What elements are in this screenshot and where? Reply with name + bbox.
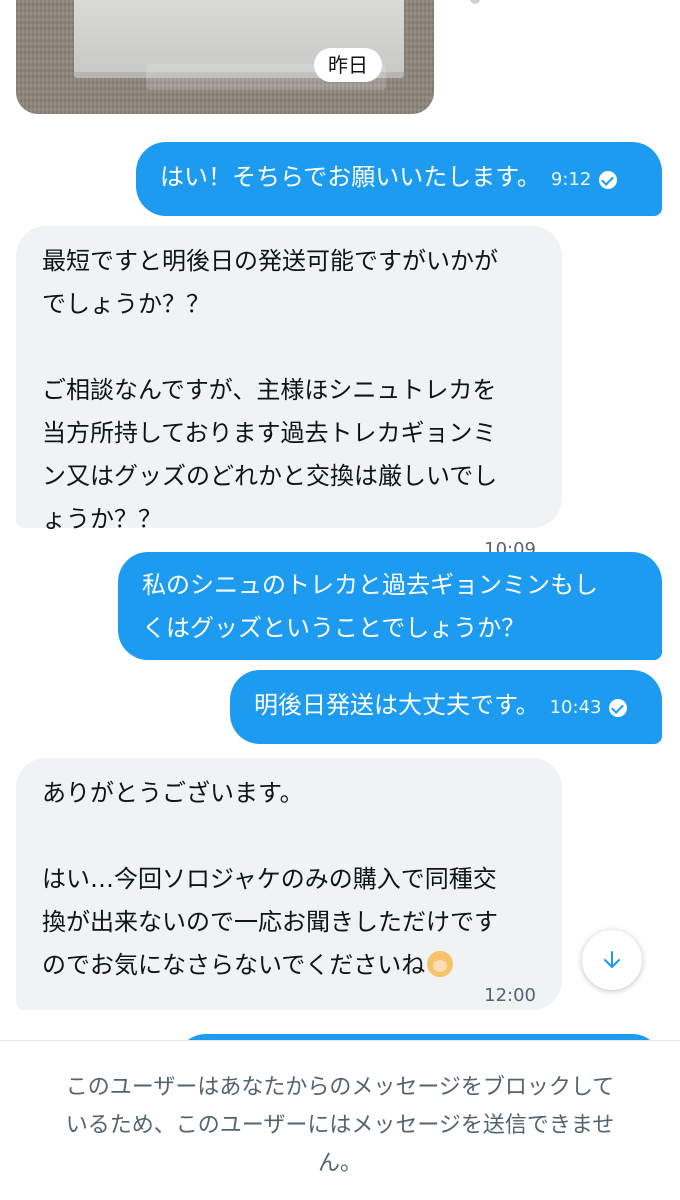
message-line: 換が出来ないので一応お聞きしただけです bbox=[42, 908, 498, 936]
more-dot-icon bbox=[470, 0, 480, 4]
message-meta: 9:12 bbox=[550, 158, 618, 201]
message-line: 当方所持しております過去トレカギョンミ bbox=[42, 419, 497, 447]
message-line: でしょうか？？ bbox=[42, 290, 210, 318]
blocked-notice: このユーザーはあなたからのメッセージをブロックして いるため、このユーザーにはメ… bbox=[0, 1040, 680, 1200]
message-bubble-incoming[interactable]: ありがとうございます。 はい…今回ソロジャケのみの購入で同種交 換が出来ないので… bbox=[16, 758, 562, 1010]
message-line-blank bbox=[42, 326, 536, 369]
message-line: 私のシニュのトレカと過去ギョンミンもし bbox=[142, 571, 598, 599]
message-line: ありがとうございます。 bbox=[42, 779, 304, 807]
message-line: 最短ですと明後日の発送可能ですがいかが bbox=[42, 247, 498, 275]
message-time: 9:12 bbox=[550, 169, 592, 190]
read-check-icon bbox=[599, 170, 618, 189]
message-line: ン又はグッズのどれかと交換は厳しいでし bbox=[42, 462, 498, 490]
message-bubble-outgoing[interactable]: 私のシニュのトレカと過去ギョンミンもし くはグッズということでしょうか？ bbox=[118, 552, 662, 660]
read-check-icon bbox=[609, 698, 628, 717]
woman-bowing-emoji-icon bbox=[427, 951, 454, 977]
message-line: ょうか？？ bbox=[42, 505, 162, 533]
date-separator: 昨日 bbox=[314, 48, 382, 82]
message-text: 明後日発送は大丈夫です。 bbox=[254, 691, 540, 719]
message-line-blank bbox=[42, 815, 536, 858]
message-line: のでお気になさらないでくださいね bbox=[42, 951, 426, 979]
arrow-down-icon bbox=[604, 951, 620, 968]
blocked-notice-line: このユーザーはあなたからのメッセージをブロックして bbox=[65, 1075, 615, 1100]
message-time: 10:43 bbox=[549, 697, 602, 718]
attached-photo[interactable]: 昨日 bbox=[16, 0, 434, 114]
message-text: はい！そちらでお願いいたします。 bbox=[160, 163, 541, 191]
message-time: 12:00 bbox=[484, 985, 536, 1006]
blocked-notice-line: ん。 bbox=[317, 1151, 362, 1176]
message-line: ご相談なんですが、主様ほシニュトレカを bbox=[42, 376, 497, 404]
scroll-to-bottom-button[interactable] bbox=[582, 930, 642, 990]
message-line: くはグッズということでしょうか？ bbox=[142, 614, 526, 642]
message-bubble-outgoing[interactable]: 明後日発送は大丈夫です。 10:43 bbox=[230, 670, 662, 744]
blocked-notice-line: いるため、このユーザーにはメッセージを送信できませ bbox=[65, 1113, 615, 1138]
message-meta: 10:43 bbox=[550, 686, 628, 729]
message-bubble-outgoing[interactable]: はい！そちらでお願いいたします。 9:12 bbox=[136, 142, 662, 216]
message-line: はい…今回ソロジャケのみの購入で同種交 bbox=[42, 865, 497, 893]
message-bubble-incoming[interactable]: 最短ですと明後日の発送可能ですがいかが でしょうか？？ ご相談なんですが、主様ほ… bbox=[16, 226, 562, 560]
message-thread[interactable]: 昨日 はい！そちらでお願いいたします。 9:12 最短ですと明後日の発送可能ですが… bbox=[0, 0, 680, 1040]
